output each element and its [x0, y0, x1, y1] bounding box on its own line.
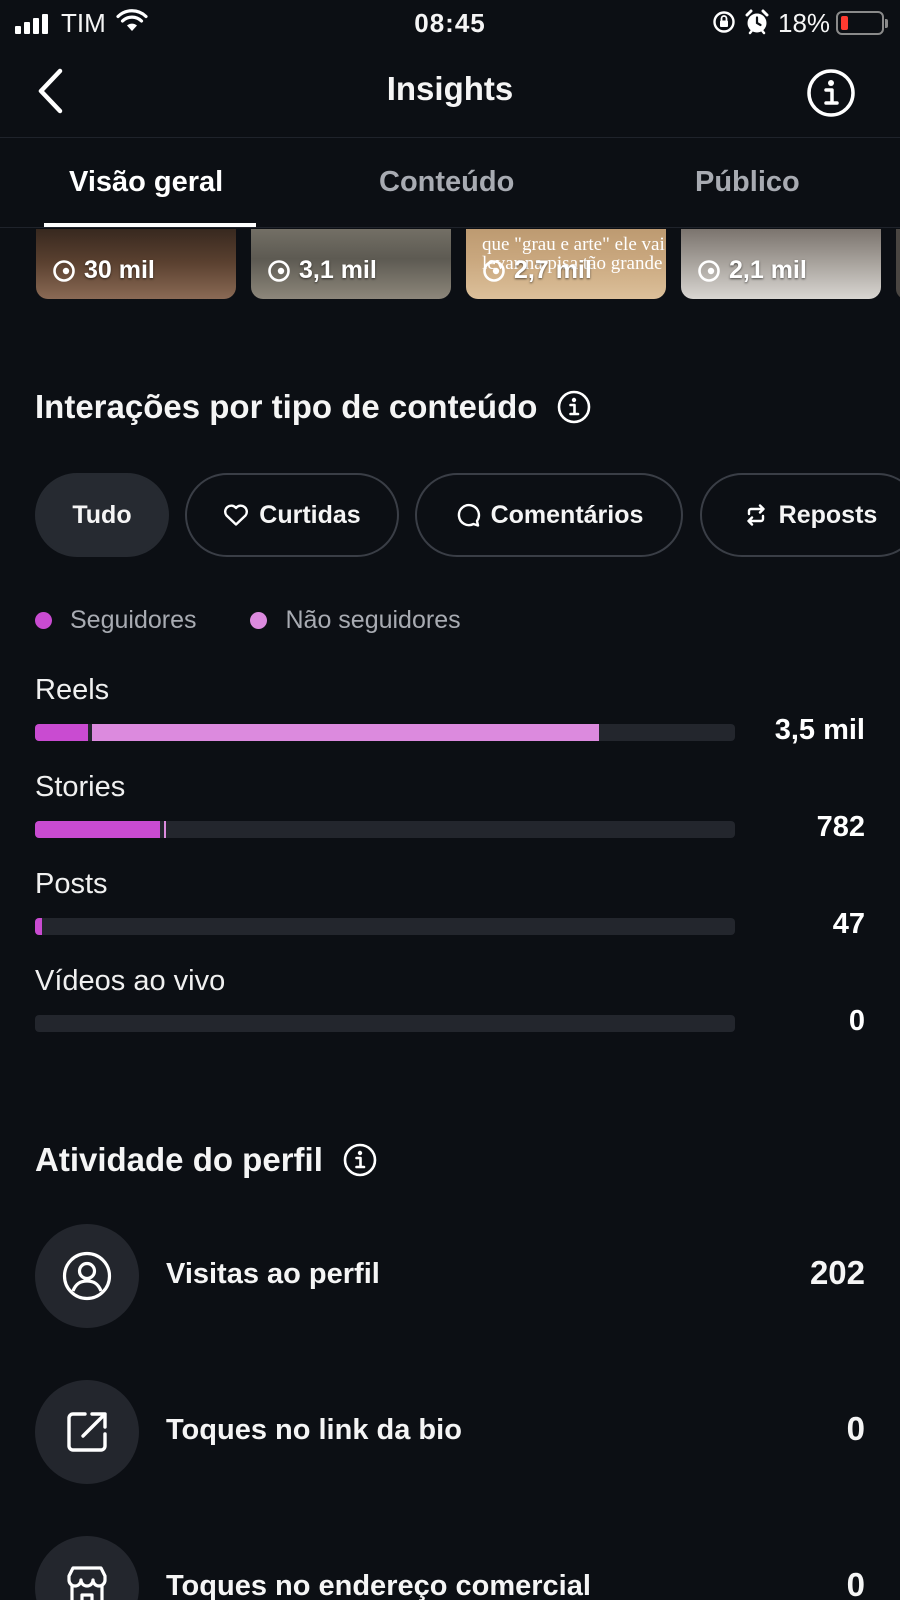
activity-value: 202 [809, 1254, 865, 1291]
interactions-title: Interações por tipo de conteúdo [35, 388, 538, 425]
content-thumbnail[interactable] [896, 229, 900, 299]
activity-label: Visitas ao perfil [166, 1258, 380, 1290]
thumbnail-views: 2,7 mil [482, 256, 592, 285]
filter-chip-likes[interactable]: Curtidas [185, 473, 399, 557]
bar-row-stories: Stories 782 [35, 771, 865, 843]
bar-segment-non-followers [92, 724, 599, 741]
thumbnail-views: 30 mil [52, 256, 155, 285]
bar-track [35, 724, 735, 741]
legend-item-non-followers: Não seguidores [250, 606, 461, 635]
content-thumbnail[interactable]: 3,1 mil [251, 229, 451, 299]
battery-icon [836, 11, 884, 35]
content-thumbnail[interactable]: 30 mil [36, 229, 236, 299]
activity-row-profile-visits[interactable]: Visitas ao perfil 202 [35, 1224, 865, 1328]
bar-segment-non-followers [164, 821, 166, 838]
eye-icon [53, 259, 75, 282]
bar-row-live-videos: Vídeos ao vivo 0 [35, 965, 865, 1037]
views-count: 2,7 mil [514, 256, 592, 284]
activity-icon-container [35, 1224, 139, 1328]
views-count: 2,1 mil [729, 256, 807, 284]
info-icon[interactable] [343, 1143, 377, 1177]
bar-label: Posts [35, 868, 108, 900]
tab-content[interactable]: Conteúdo [379, 166, 514, 199]
top-content-carousel: 30 mil 3,1 mil que "grau e arte" ele vai… [0, 229, 900, 303]
activity-row-bio-link-taps[interactable]: Toques no link da bio 0 [35, 1380, 865, 1484]
tab-bar: Visão geral Conteúdo Público [0, 138, 900, 228]
profile-icon [62, 1251, 112, 1301]
battery-percent: 18% [778, 8, 831, 38]
eye-icon [483, 259, 505, 282]
bar-segment-followers [35, 724, 88, 741]
legend-dot-non-followers [250, 612, 268, 629]
content-thumbnail[interactable]: 2,1 mil [681, 229, 881, 299]
heart-icon [224, 504, 249, 526]
activity-icon-container [35, 1380, 139, 1484]
filter-chip-reposts[interactable]: Reposts [700, 473, 900, 557]
bar-value: 3,5 mil [774, 714, 865, 746]
filter-chip-all[interactable]: Tudo [35, 473, 169, 557]
external-link-icon [67, 1412, 107, 1452]
status-bar: TIM 08:45 18% [0, 0, 900, 46]
header: Insights [0, 46, 900, 138]
bar-row-reels: Reels 3,5 mil [35, 674, 865, 746]
repost-icon [746, 504, 765, 526]
store-icon [67, 1566, 107, 1600]
bar-track [35, 918, 735, 935]
activity-row-business-address-taps[interactable]: Toques no endereço comercial 0 [35, 1536, 865, 1600]
legend-label: Seguidores [70, 606, 197, 634]
battery-tip [885, 19, 888, 28]
comment-icon [457, 503, 480, 527]
content-thumbnail[interactable]: que "grau e arte" ele vai levar na pisa … [466, 229, 666, 299]
tab-audience[interactable]: Público [695, 166, 800, 199]
legend-label: Não seguidores [285, 606, 461, 634]
views-count: 3,1 mil [299, 256, 377, 284]
bar-value: 782 [816, 811, 865, 843]
bar-track [35, 1015, 735, 1032]
chip-label: Reposts [778, 500, 878, 529]
info-icon[interactable] [557, 390, 591, 424]
bar-row-posts: Posts 47 [35, 868, 865, 940]
bar-value: 47 [832, 908, 865, 940]
views-count: 30 mil [84, 256, 155, 284]
tab-overview[interactable]: Visão geral [69, 166, 223, 199]
bar-value: 0 [848, 1005, 865, 1037]
bar-track [35, 821, 735, 838]
profile-activity-section-title: Atividade do perfil [35, 1141, 377, 1179]
chip-label: Curtidas [259, 500, 361, 529]
legend-item-followers: Seguidores [35, 606, 196, 635]
bar-label: Stories [35, 771, 126, 803]
orientation-lock-icon [712, 10, 736, 39]
bar-segment-followers [35, 821, 160, 838]
activity-icon-container [35, 1536, 139, 1600]
battery-level [841, 16, 848, 30]
bar-label: Vídeos ao vivo [35, 965, 226, 997]
page-title: Insights [386, 70, 514, 107]
chart-legend: Seguidores Não seguidores [35, 606, 461, 635]
active-tab-indicator [44, 223, 256, 227]
info-icon [807, 69, 855, 117]
info-button[interactable] [806, 68, 856, 118]
thumbnail-views: 2,1 mil [697, 256, 807, 285]
bar-segment-followers [35, 918, 42, 935]
filter-chip-comments[interactable]: Comentários [415, 473, 683, 557]
interactions-section-title: Interações por tipo de conteúdo [35, 388, 591, 426]
activity-label: Toques no endereço comercial [166, 1570, 591, 1600]
activity-value: 0 [846, 1410, 865, 1447]
bar-label: Reels [35, 674, 110, 706]
interaction-filter-chips: Tudo Curtidas Comentários Reposts [35, 473, 900, 557]
legend-dot-followers [35, 612, 52, 629]
profile-activity-title: Atividade do perfil [35, 1141, 323, 1178]
thumbnail-views: 3,1 mil [267, 256, 377, 285]
eye-icon [698, 259, 720, 282]
activity-label: Toques no link da bio [166, 1414, 462, 1446]
alarm-icon [744, 8, 770, 41]
eye-icon [268, 259, 290, 282]
chip-label: Comentários [490, 500, 644, 529]
chip-label: Tudo [72, 500, 132, 529]
activity-value: 0 [846, 1566, 865, 1600]
